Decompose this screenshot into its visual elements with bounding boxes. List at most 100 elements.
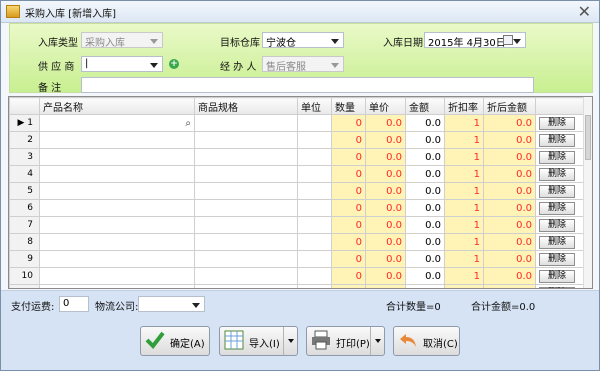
product-name-cell[interactable]	[39, 233, 195, 251]
table-row[interactable]: 9 0 0.0 0.0 1 0.0 删除	[9, 250, 588, 268]
quantity-cell[interactable]: 0	[331, 199, 366, 217]
quantity-cell[interactable]: 0	[331, 114, 366, 132]
table-row[interactable]: 10 0 0.0 0.0 1 0.0 删除	[9, 267, 588, 285]
quantity-cell[interactable]: 0	[331, 267, 366, 285]
type-select[interactable]: 采购入库	[81, 32, 163, 48]
price-cell[interactable]: 0.0	[365, 165, 406, 183]
shipping-input[interactable]: 0	[59, 296, 89, 312]
spec-cell[interactable]	[194, 165, 298, 183]
note-input[interactable]	[81, 77, 534, 93]
product-name-cell[interactable]	[39, 267, 195, 285]
add-supplier-icon[interactable]: +	[169, 59, 179, 69]
quantity-cell[interactable]: 0	[331, 216, 366, 234]
vertical-scrollbar[interactable]	[583, 97, 592, 288]
discount-cell[interactable]: 1	[444, 182, 484, 200]
discount-cell[interactable]: 1	[444, 233, 484, 251]
date-picker[interactable]: 2015年 4月30日	[424, 32, 526, 48]
table-row[interactable]: 7 0 0.0 0.0 1 0.0 删除	[9, 216, 588, 234]
unit-cell[interactable]	[297, 284, 332, 288]
price-cell[interactable]: 0.0	[365, 267, 406, 285]
handler-select[interactable]: 售后客服	[262, 56, 344, 72]
print-dropdown-arrow[interactable]	[370, 327, 384, 355]
print-button[interactable]: 打印(P)	[306, 326, 385, 356]
delete-button[interactable]: 删除	[539, 252, 575, 266]
unit-cell[interactable]	[297, 148, 332, 166]
delete-button[interactable]: 删除	[539, 167, 575, 181]
unit-cell[interactable]	[297, 267, 332, 285]
supplier-select[interactable]: |	[81, 56, 163, 72]
price-cell[interactable]: 0.0	[365, 148, 406, 166]
price-cell[interactable]: 0.0	[365, 233, 406, 251]
table-row[interactable]: ▶ 1 ⌕ 0 0.0 0.0 1 0.0 删除	[9, 114, 588, 132]
table-row[interactable]: 3 0 0.0 0.0 1 0.0 删除	[9, 148, 588, 166]
price-cell[interactable]: 0.0	[365, 216, 406, 234]
price-cell[interactable]: 0.0	[365, 250, 406, 268]
spec-cell[interactable]	[194, 199, 298, 217]
unit-cell[interactable]	[297, 216, 332, 234]
product-name-cell[interactable]	[39, 165, 195, 183]
unit-cell[interactable]	[297, 182, 332, 200]
quantity-cell[interactable]: 0	[331, 182, 366, 200]
import-dropdown-arrow[interactable]	[283, 327, 297, 355]
spec-cell[interactable]	[194, 114, 298, 132]
quantity-cell[interactable]: 0	[331, 165, 366, 183]
unit-cell[interactable]	[297, 233, 332, 251]
price-cell[interactable]: 0.0	[365, 131, 406, 149]
close-icon[interactable]: ✕	[578, 2, 591, 21]
product-name-cell[interactable]	[39, 216, 195, 234]
table-row[interactable]: 4 0 0.0 0.0 1 0.0 删除	[9, 165, 588, 183]
quantity-cell[interactable]: 0	[331, 250, 366, 268]
spec-cell[interactable]	[194, 284, 298, 288]
delete-button[interactable]: 删除	[539, 269, 575, 283]
binoculars-icon[interactable]: ⌕	[185, 118, 191, 129]
discount-cell[interactable]: 1	[444, 267, 484, 285]
delete-button[interactable]: 删除	[539, 201, 575, 215]
table-row[interactable]: 1100.00.010.0删除	[9, 284, 588, 288]
product-name-cell[interactable]: ⌕	[39, 114, 195, 132]
product-name-cell[interactable]	[39, 284, 195, 288]
table-row[interactable]: 8 0 0.0 0.0 1 0.0 删除	[9, 233, 588, 251]
product-name-cell[interactable]	[39, 131, 195, 149]
spec-cell[interactable]	[194, 233, 298, 251]
discount-cell[interactable]: 1	[444, 284, 484, 288]
discount-cell[interactable]: 1	[444, 165, 484, 183]
delete-button[interactable]: 删除	[539, 150, 575, 164]
delete-button[interactable]: 删除	[539, 116, 575, 130]
table-row[interactable]: 2 0 0.0 0.0 1 0.0 删除	[9, 131, 588, 149]
unit-cell[interactable]	[297, 114, 332, 132]
unit-cell[interactable]	[297, 131, 332, 149]
spec-cell[interactable]	[194, 267, 298, 285]
quantity-cell[interactable]: 0	[331, 284, 366, 288]
unit-cell[interactable]	[297, 165, 332, 183]
quantity-cell[interactable]: 0	[331, 233, 366, 251]
product-name-cell[interactable]	[39, 182, 195, 200]
price-cell[interactable]: 0.0	[365, 199, 406, 217]
confirm-button[interactable]: 确定(A)	[140, 326, 210, 356]
spec-cell[interactable]	[194, 182, 298, 200]
delete-button[interactable]: 删除	[539, 286, 575, 288]
table-row[interactable]: 5 0 0.0 0.0 1 0.0 删除	[9, 182, 588, 200]
spec-cell[interactable]	[194, 131, 298, 149]
logistics-select[interactable]	[138, 296, 205, 312]
discount-cell[interactable]: 1	[444, 250, 484, 268]
table-row[interactable]: 6 0 0.0 0.0 1 0.0 删除	[9, 199, 588, 217]
delete-button[interactable]: 删除	[539, 184, 575, 198]
price-cell[interactable]: 0.0	[365, 114, 406, 132]
discount-cell[interactable]: 1	[444, 148, 484, 166]
product-name-cell[interactable]	[39, 148, 195, 166]
price-cell[interactable]: 0.0	[365, 284, 406, 288]
discount-cell[interactable]: 1	[444, 199, 484, 217]
spec-cell[interactable]	[194, 148, 298, 166]
product-name-cell[interactable]	[39, 199, 195, 217]
warehouse-select[interactable]: 宁波仓	[262, 32, 344, 48]
discount-cell[interactable]: 1	[444, 131, 484, 149]
delete-button[interactable]: 删除	[539, 235, 575, 249]
delete-button[interactable]: 删除	[539, 133, 575, 147]
import-button[interactable]: 导入(I)	[219, 326, 298, 356]
delete-button[interactable]: 删除	[539, 218, 575, 232]
price-cell[interactable]: 0.0	[365, 182, 406, 200]
discount-cell[interactable]: 1	[444, 216, 484, 234]
scroll-thumb[interactable]	[585, 115, 591, 160]
spec-cell[interactable]	[194, 216, 298, 234]
unit-cell[interactable]	[297, 250, 332, 268]
